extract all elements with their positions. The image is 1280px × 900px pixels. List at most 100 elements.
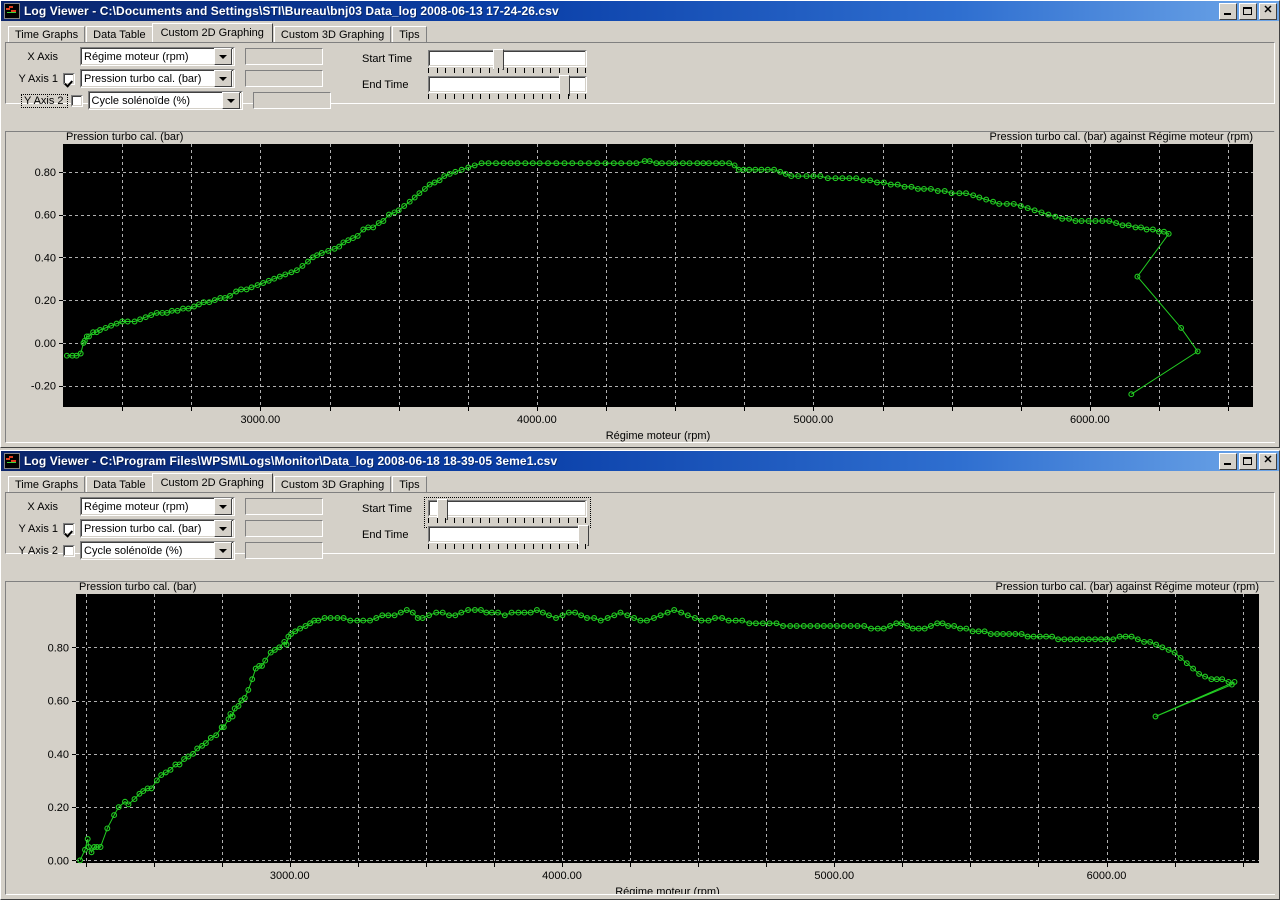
close-icon: ✕ <box>1263 453 1273 466</box>
y-tick-label: 0.60 <box>35 210 56 222</box>
chevron-down-icon[interactable] <box>214 48 232 65</box>
x-tick-label: 3000.00 <box>270 870 310 882</box>
x-tick-label: 5000.00 <box>794 414 834 426</box>
y-axis-2-readout <box>245 542 323 559</box>
x-axis-label: X Axis <box>27 50 58 63</box>
y-axis-1-value: Pression turbo cal. (bar) <box>84 72 202 85</box>
y-axis-1-checkbox[interactable] <box>63 72 75 85</box>
tab-tips[interactable]: Tips <box>392 26 427 43</box>
y-tick-label: 0.60 <box>48 696 69 708</box>
start-time-trough[interactable] <box>428 499 587 524</box>
y-axis-2-checkbox[interactable] <box>63 544 75 557</box>
tab-filler <box>428 475 1279 492</box>
tab-custom-3d-graphing[interactable]: Custom 3D Graphing <box>273 476 392 493</box>
window-title: Log Viewer - C:\Documents and Settings\S… <box>24 4 559 18</box>
start-time-ticks <box>428 518 587 525</box>
tab-custom-2d-graphing[interactable]: Custom 2D Graphing <box>151 23 273 42</box>
maximize-button[interactable] <box>1239 2 1257 20</box>
window-buttons: ✕ <box>1219 2 1277 20</box>
chart-panel-2: 3000.00 4000.00 5000.00 6000.00 0.00 0.20 0.40… <box>5 581 1276 895</box>
control-panel: X Axis Régime moteur (rpm) Y Axis 1 Pres… <box>5 42 1275 110</box>
y-axis-2-readout <box>252 92 331 109</box>
y-axis-2-value: Cycle solénoïde (%) <box>84 544 183 557</box>
y-axis-2-label: Y Axis 2 <box>18 544 58 557</box>
y-axis-2-select[interactable]: Cycle solénoïde (%) <box>87 91 243 110</box>
chevron-down-icon[interactable] <box>221 92 240 109</box>
start-time-thumb[interactable] <box>436 499 448 524</box>
x-axis-label: X Axis <box>27 500 58 513</box>
end-time-ticks <box>428 544 587 551</box>
log-viewer-icon <box>4 3 20 19</box>
end-time-trough[interactable] <box>428 75 587 100</box>
x-axis-select[interactable]: Régime moteur (rpm) <box>80 47 235 66</box>
chevron-down-icon[interactable] <box>214 542 232 559</box>
tab-tips[interactable]: Tips <box>392 476 427 493</box>
close-button[interactable]: ✕ <box>1259 452 1277 470</box>
x-tick-label: 4000.00 <box>517 414 557 426</box>
y-axis-1-checkbox[interactable] <box>63 522 75 535</box>
start-time-trough[interactable] <box>428 49 587 74</box>
end-time-thumb[interactable] <box>578 525 590 550</box>
x-tick-label: 4000.00 <box>542 870 582 882</box>
y-axis-1-select[interactable]: Pression turbo cal. (bar) <box>80 69 235 88</box>
title-bar[interactable]: Log Viewer - C:\Documents and Settings\S… <box>1 1 1279 21</box>
y-tick-label: 0.00 <box>35 338 56 350</box>
tab-filler <box>428 25 1279 42</box>
title-bar[interactable]: Log Viewer - C:\Program Files\WPSM\Logs\… <box>1 451 1279 471</box>
y-tick-label: 0.20 <box>48 802 69 814</box>
start-time-label: Start Time <box>362 503 413 515</box>
tab-time-graphs[interactable]: Time Graphs <box>8 476 86 493</box>
log-viewer-window-1: Log Viewer - C:\Documents and Settings\S… <box>0 0 1280 448</box>
y-axis-1-readout <box>245 70 323 87</box>
tab-custom-2d-graphing[interactable]: Custom 2D Graphing <box>151 473 273 492</box>
y-tick-label: 0.40 <box>35 252 56 264</box>
minimize-button[interactable] <box>1219 2 1237 20</box>
end-time-label: End Time <box>362 529 409 541</box>
tab-time-graphs[interactable]: Time Graphs <box>8 26 86 43</box>
y-tick-label: -0.20 <box>31 381 56 393</box>
y-axis-2-checkbox[interactable] <box>70 94 83 107</box>
x-tick-label: 5000.00 <box>814 870 854 882</box>
close-button[interactable]: ✕ <box>1259 2 1277 20</box>
x-tick-label: 6000.00 <box>1070 414 1110 426</box>
x-axis-readout <box>245 498 323 515</box>
chevron-down-icon[interactable] <box>214 520 232 537</box>
y-axis-1-value: Pression turbo cal. (bar) <box>84 522 202 535</box>
x-axis-label: Régime moteur (rpm) <box>606 430 711 442</box>
y-tick-label: 0.80 <box>35 167 56 179</box>
y-tick-label: 0.00 <box>48 855 69 867</box>
tab-data-table[interactable]: Data Table <box>86 26 153 43</box>
window-buttons: ✕ <box>1219 452 1277 470</box>
start-time-ticks <box>428 68 587 75</box>
log-viewer-window-2: Log Viewer - C:\Program Files\WPSM\Logs\… <box>0 450 1280 900</box>
tab-strip: Time Graphs Data Table Custom 2D Graphin… <box>1 473 1279 493</box>
minimize-button[interactable] <box>1219 452 1237 470</box>
control-panel: X Axis Régime moteur (rpm) Y Axis 1 Pres… <box>5 492 1275 560</box>
y-axis-2-select[interactable]: Cycle solénoïde (%) <box>80 541 235 560</box>
maximize-button[interactable] <box>1239 452 1257 470</box>
y-axis-2-label: Y Axis 2 <box>21 93 68 108</box>
x-tick-label: 3000.00 <box>241 414 281 426</box>
x-axis-value: Régime moteur (rpm) <box>84 50 189 63</box>
x-axis-readout <box>245 48 323 65</box>
tab-custom-3d-graphing[interactable]: Custom 3D Graphing <box>273 26 392 43</box>
end-time-slider[interactable] <box>428 75 587 101</box>
x-axis-select[interactable]: Régime moteur (rpm) <box>80 497 235 516</box>
start-time-slider[interactable] <box>428 49 587 75</box>
y-tick-label: 0.40 <box>48 749 69 761</box>
y-axis-1-label: Y Axis 1 <box>18 72 58 85</box>
start-time-thumb[interactable] <box>493 49 505 74</box>
y-axis-1-select[interactable]: Pression turbo cal. (bar) <box>80 519 235 538</box>
chart-title: Pression turbo cal. (bar) against Régime… <box>996 582 1259 593</box>
end-time-thumb[interactable] <box>559 75 571 100</box>
tab-strip: Time Graphs Data Table Custom 2D Graphin… <box>1 23 1279 43</box>
chevron-down-icon[interactable] <box>214 498 232 515</box>
chart-title: Pression turbo cal. (bar) against Régime… <box>990 132 1253 143</box>
start-time-slider[interactable] <box>424 497 591 528</box>
chevron-down-icon[interactable] <box>214 70 232 87</box>
end-time-trough[interactable] <box>428 525 590 550</box>
x-axis-label: Régime moteur (rpm) <box>615 886 720 894</box>
y-axis-caption: Pression turbo cal. (bar) <box>79 582 196 593</box>
tab-data-table[interactable]: Data Table <box>86 476 153 493</box>
end-time-slider[interactable] <box>428 525 590 551</box>
